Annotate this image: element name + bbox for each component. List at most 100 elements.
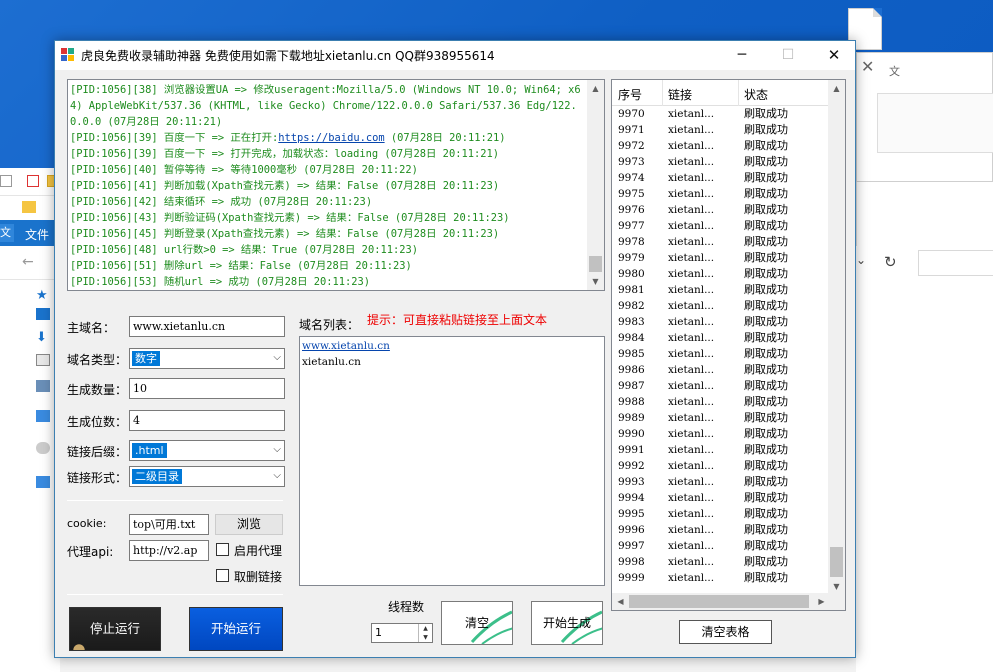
log-line-link[interactable]: https://baidu.com bbox=[278, 132, 384, 144]
scroll-left-icon[interactable]: ◀ bbox=[612, 593, 629, 610]
title-bar[interactable]: 虎良免费收录辅助神器 免费使用如需下载地址xietanlu.cn QQ群9389… bbox=[55, 41, 855, 70]
main-domain-input[interactable]: www.xietanlu.cn bbox=[129, 316, 285, 337]
network-icon[interactable] bbox=[36, 476, 50, 488]
cell-index: 9989 bbox=[618, 412, 645, 424]
domain-type-select[interactable]: 数字 ⌵ bbox=[129, 348, 285, 369]
table-row[interactable]: 9977 xietanl... 刷取成功 bbox=[612, 218, 830, 234]
download-icon[interactable]: ⬇ bbox=[36, 330, 50, 345]
table-row[interactable]: 9989 xietanl... 刷取成功 bbox=[612, 410, 830, 426]
computer-icon[interactable] bbox=[36, 410, 50, 422]
start-button[interactable]: 开始运行 bbox=[189, 607, 283, 651]
remove-link-checkbox[interactable] bbox=[216, 569, 229, 582]
column-header-link[interactable]: 链接 bbox=[668, 86, 692, 103]
table-row[interactable]: 9999 xietanl... 刷取成功 bbox=[612, 570, 830, 586]
table-row[interactable]: 9987 xietanl... 刷取成功 bbox=[612, 378, 830, 394]
table-row[interactable]: 9994 xietanl... 刷取成功 bbox=[612, 490, 830, 506]
qat-checkbox-icon[interactable] bbox=[0, 175, 12, 187]
use-proxy-label[interactable]: 启用代理 bbox=[234, 542, 282, 559]
star-icon[interactable]: ★ bbox=[36, 288, 50, 303]
table-row[interactable]: 9998 xietanl... 刷取成功 bbox=[612, 554, 830, 570]
table-row[interactable]: 9981 xietanl... 刷取成功 bbox=[612, 282, 830, 298]
gen-count-input[interactable]: 10 bbox=[129, 378, 285, 399]
table-row[interactable]: 9976 xietanl... 刷取成功 bbox=[612, 202, 830, 218]
table-horizontal-scrollbar[interactable]: ◀ ▶ bbox=[612, 593, 830, 610]
log-textarea[interactable]: [PID:1056][38] 浏览器设置UA => 修改useragent:Mo… bbox=[67, 79, 605, 291]
table-row[interactable]: 9984 xietanl... 刷取成功 bbox=[612, 330, 830, 346]
cell-link: xietanl... bbox=[668, 316, 715, 328]
table-row[interactable]: 9992 xietanl... 刷取成功 bbox=[612, 458, 830, 474]
qat-properties-icon[interactable] bbox=[27, 175, 39, 187]
table-row[interactable]: 9974 xietanl... 刷取成功 bbox=[612, 170, 830, 186]
column-divider[interactable] bbox=[738, 80, 739, 106]
proxy-api-input[interactable]: http://v2.ap bbox=[129, 540, 209, 561]
back-arrow-icon[interactable]: ← bbox=[22, 254, 34, 270]
table-row[interactable]: 9995 xietanl... 刷取成功 bbox=[612, 506, 830, 522]
maximize-button[interactable]: ☐ bbox=[765, 41, 811, 70]
table-row[interactable]: 9985 xietanl... 刷取成功 bbox=[612, 346, 830, 362]
table-row[interactable]: 9997 xietanl... 刷取成功 bbox=[612, 538, 830, 554]
table-row[interactable]: 9979 xietanl... 刷取成功 bbox=[612, 250, 830, 266]
table-row[interactable]: 9982 xietanl... 刷取成功 bbox=[612, 298, 830, 314]
drive-icon[interactable] bbox=[36, 442, 50, 454]
table-row[interactable]: 9986 xietanl... 刷取成功 bbox=[612, 362, 830, 378]
refresh-icon[interactable]: ↻ bbox=[884, 253, 897, 271]
close-button[interactable]: ✕ bbox=[811, 41, 857, 70]
column-header-index[interactable]: 序号 bbox=[618, 86, 642, 103]
desktop-icon[interactable] bbox=[36, 308, 50, 320]
explorer-address-area: ← bbox=[0, 246, 60, 280]
suffix-select[interactable]: .html ⌵ bbox=[129, 440, 285, 461]
table-row[interactable]: 9973 xietanl... 刷取成功 bbox=[612, 154, 830, 170]
domain-list-textarea[interactable]: www.xietanlu.cn xietanlu.cn bbox=[299, 336, 605, 586]
table-row[interactable]: 9993 xietanl... 刷取成功 bbox=[612, 474, 830, 490]
table-row[interactable]: 9996 xietanl... 刷取成功 bbox=[612, 522, 830, 538]
table-row[interactable]: 9988 xietanl... 刷取成功 bbox=[612, 394, 830, 410]
column-header-status[interactable]: 状态 bbox=[744, 86, 768, 103]
gen-digits-input[interactable]: 4 bbox=[129, 410, 285, 431]
table-row[interactable]: 9991 xietanl... 刷取成功 bbox=[612, 442, 830, 458]
table-row[interactable]: 9983 xietanl... 刷取成功 bbox=[612, 314, 830, 330]
thread-count-stepper[interactable]: 1 ▲ ▼ bbox=[371, 623, 433, 643]
scroll-thumb[interactable] bbox=[830, 547, 843, 577]
use-proxy-checkbox[interactable] bbox=[216, 543, 229, 556]
scroll-up-icon[interactable]: ▲ bbox=[587, 80, 604, 97]
clear-table-button[interactable]: 清空表格 bbox=[679, 620, 772, 644]
generate-button[interactable]: 开始生成 bbox=[531, 601, 603, 645]
table-row[interactable]: 9980 xietanl... 刷取成功 bbox=[612, 266, 830, 282]
chevron-down-icon[interactable]: ⌄ bbox=[856, 253, 866, 267]
table-row[interactable]: 9972 xietanl... 刷取成功 bbox=[612, 138, 830, 154]
stepper-arrows[interactable]: ▲ ▼ bbox=[418, 624, 432, 642]
explorer-quick-access-toolbar bbox=[0, 168, 60, 196]
cookie-input[interactable]: top\可用.txt bbox=[129, 514, 209, 535]
minimize-button[interactable]: ─ bbox=[719, 41, 765, 70]
stepper-down-icon[interactable]: ▼ bbox=[419, 633, 432, 642]
picture-icon[interactable] bbox=[36, 380, 50, 392]
scroll-down-icon[interactable]: ▼ bbox=[587, 273, 604, 290]
explorer-search-box[interactable] bbox=[918, 250, 993, 276]
clear-button[interactable]: 清空 bbox=[441, 601, 513, 645]
cell-link: xietanl... bbox=[668, 236, 715, 248]
cell-index: 9976 bbox=[618, 204, 645, 216]
table-row[interactable]: 9971 xietanl... 刷取成功 bbox=[612, 122, 830, 138]
cell-status: 刷取成功 bbox=[744, 203, 788, 216]
main-domain-label: 主域名： bbox=[67, 321, 116, 335]
table-row[interactable]: 9970 xietanl... 刷取成功 bbox=[612, 106, 830, 122]
table-row[interactable]: 9990 xietanl... 刷取成功 bbox=[612, 426, 830, 442]
browse-button[interactable]: 浏览 bbox=[215, 514, 283, 535]
table-row[interactable]: 9978 xietanl... 刷取成功 bbox=[612, 234, 830, 250]
result-table[interactable]: 序号 链接 状态 9970 xietanl... 刷取成功 9971 xietanl..… bbox=[611, 79, 846, 611]
column-divider[interactable] bbox=[662, 80, 663, 106]
scroll-thumb[interactable] bbox=[629, 595, 809, 608]
close-icon[interactable]: ✕ bbox=[861, 57, 874, 76]
stepper-up-icon[interactable]: ▲ bbox=[419, 624, 432, 633]
scroll-thumb[interactable] bbox=[589, 256, 602, 272]
link-form-select[interactable]: 二级目录 ⌵ bbox=[129, 466, 285, 487]
cell-link: xietanl... bbox=[668, 476, 715, 488]
table-vertical-scrollbar[interactable]: ▲ ▼ bbox=[828, 80, 845, 595]
log-scrollbar[interactable]: ▲ ▼ bbox=[587, 80, 604, 290]
stop-button[interactable]: 停止运行 bbox=[69, 607, 161, 651]
ribbon-file-tab[interactable]: 文件 bbox=[25, 226, 49, 243]
table-row[interactable]: 9975 xietanl... 刷取成功 bbox=[612, 186, 830, 202]
document-icon[interactable] bbox=[36, 354, 50, 366]
remove-link-label[interactable]: 取删链接 bbox=[234, 568, 282, 585]
scroll-up-icon[interactable]: ▲ bbox=[828, 80, 845, 97]
